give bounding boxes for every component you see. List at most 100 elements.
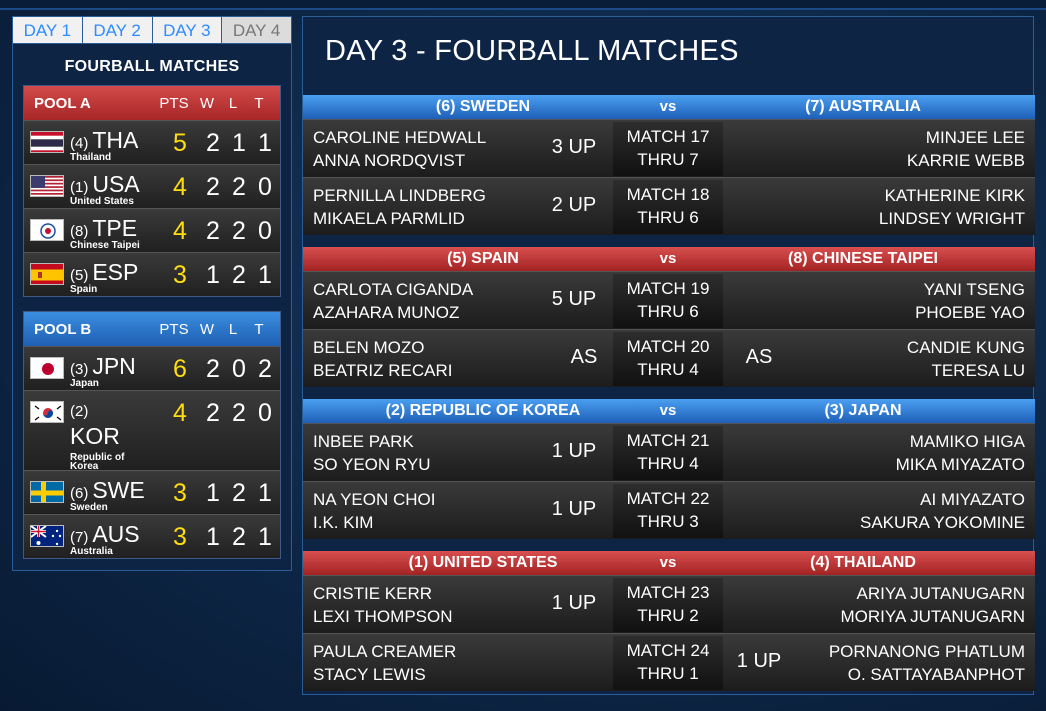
team-row-swe[interactable]: (6) SWE Sweden 3 1 2 1 xyxy=(24,470,280,514)
tab-day-3[interactable]: DAY 3 xyxy=(152,17,223,43)
vs-label: vs xyxy=(659,250,677,267)
w-header: W xyxy=(199,94,215,112)
right-score: AS xyxy=(745,346,773,368)
player-name: LEXI THOMPSON xyxy=(313,607,453,626)
team-row-tha[interactable]: (4) THA Thailand 5 2 1 1 xyxy=(24,120,280,164)
match-row[interactable]: PAULA CREAMER STACY LEWIS MATCH 24 THRU 1 … xyxy=(303,633,1035,691)
wins: 1 xyxy=(206,522,220,551)
right-players: YANI TSENG PHOEBE YAO xyxy=(915,278,1025,324)
match-row[interactable]: CAROLINE HEDWALL ANNA NORDQVIST 3 UP MATC… xyxy=(303,119,1035,177)
match-row[interactable]: PERNILLA LINDBERG MIKAELA PARMLID 2 UP MA… xyxy=(303,177,1035,235)
player-name: CANDIE KUNG xyxy=(906,338,1025,357)
pts-header: PTS xyxy=(159,320,189,338)
pts-header: PTS xyxy=(159,94,189,112)
player-name: PHOEBE YAO xyxy=(915,303,1025,322)
player-name: ARIYA JUTANUGARN xyxy=(856,584,1025,603)
match-status: MATCH 17 THRU 7 xyxy=(613,122,723,176)
wins: 2 xyxy=(206,398,220,427)
points: 4 xyxy=(173,398,187,427)
match-number: MATCH 23 xyxy=(626,583,710,602)
team-stats: 3 1 2 1 xyxy=(160,515,278,559)
team-code: (6) SWE xyxy=(70,477,145,503)
team-stats: 3 1 2 1 xyxy=(160,471,278,515)
match-row[interactable]: BELEN MOZO BEATRIZ RECARI AS MATCH 20 THRU… xyxy=(303,329,1035,387)
left-team-name: (1) UNITED STATES xyxy=(408,554,558,571)
left-score: AS xyxy=(570,346,598,368)
match-row[interactable]: INBEE PARK SO YEON RYU 1 UP MATCH 21 THRU … xyxy=(303,423,1035,481)
losses: 2 xyxy=(232,216,246,245)
pool-b-header: POOL B PTS W L T xyxy=(24,312,280,346)
right-players: MAMIKO HIGA MIKA MIYAZATO xyxy=(896,430,1025,476)
team-row-aus[interactable]: (7) AUS Australia 3 1 2 1 xyxy=(24,514,280,558)
flag-usa-icon xyxy=(30,175,64,197)
team-row-jpn[interactable]: (3) JPN Japan 6 2 0 2 xyxy=(24,346,280,390)
match-row[interactable]: CARLOTA CIGANDA AZAHARA MUNOZ 5 UP MATCH … xyxy=(303,271,1035,329)
wins: 2 xyxy=(206,172,220,201)
tab-day-4[interactable]: DAY 4 xyxy=(222,17,291,43)
standings-panel: DAY 1 DAY 2 DAY 3 DAY 4 FOURBALL MATCHES… xyxy=(12,16,292,571)
left-players: BELEN MOZO BEATRIZ RECARI xyxy=(313,336,452,382)
team-stats: 6 2 0 2 xyxy=(160,347,278,391)
t-header: T xyxy=(254,320,264,338)
points: 3 xyxy=(173,522,187,551)
l-header: L xyxy=(228,320,238,338)
group-header: (2) REPUBLIC OF KOREA vs (3) JAPAN xyxy=(303,399,1035,423)
pool-b-table: POOL B PTS W L T (3) JPN Japan 6 2 0 2 (2… xyxy=(23,311,281,559)
team-name: Republic of Korea xyxy=(70,452,125,472)
team-code: (8) TPE xyxy=(70,215,138,241)
flag-spain-icon xyxy=(30,263,64,285)
right-players: AI MIYAZATO SAKURA YOKOMINE xyxy=(860,488,1025,534)
points: 4 xyxy=(173,216,187,245)
thru-hole: THRU 1 xyxy=(637,664,699,683)
player-name: O. SATTAYABANPHOT xyxy=(847,665,1025,684)
team-row-esp[interactable]: (5) ESP Spain 3 1 2 1 xyxy=(24,252,280,296)
player-name: BELEN MOZO xyxy=(313,338,425,357)
match-status: MATCH 24 THRU 1 xyxy=(613,636,723,690)
left-score: 5 UP xyxy=(551,288,597,310)
wins: 2 xyxy=(206,128,220,157)
player-name: MORIYA JUTANUGARN xyxy=(840,607,1026,626)
tab-day-1[interactable]: DAY 1 xyxy=(13,17,83,43)
vs-label: vs xyxy=(659,402,677,419)
team-stats: 4 2 2 0 xyxy=(160,165,278,209)
right-players: MINJEE LEE KARRIE WEBB xyxy=(907,126,1025,172)
team-name: Thailand xyxy=(70,152,112,163)
thru-hole: THRU 2 xyxy=(637,606,699,625)
match-status: MATCH 23 THRU 2 xyxy=(613,578,723,632)
vs-label: vs xyxy=(659,554,677,571)
match-status: MATCH 19 THRU 6 xyxy=(613,274,723,328)
flag-chinese-taipei-icon xyxy=(30,219,64,241)
match-row[interactable]: NA YEON CHOI I.K. KIM 1 UP MATCH 22 THRU 3… xyxy=(303,481,1035,539)
tab-day-2[interactable]: DAY 2 xyxy=(82,17,153,43)
right-players: ARIYA JUTANUGARN MORIYA JUTANUGARN xyxy=(841,582,1026,628)
day-tabs: DAY 1 DAY 2 DAY 3 DAY 4 xyxy=(13,17,291,44)
right-team-name: (4) THAILAND xyxy=(810,554,916,571)
wins: 1 xyxy=(206,260,220,289)
team-row-tpe[interactable]: (8) TPE Chinese Taipei 4 2 2 0 xyxy=(24,208,280,252)
team-row-usa[interactable]: (1) USA United States 4 2 2 0 xyxy=(24,164,280,208)
ties: 1 xyxy=(258,478,272,507)
losses: 2 xyxy=(232,260,246,289)
left-team-name: (5) SPAIN xyxy=(447,250,519,267)
match-number: MATCH 18 xyxy=(626,185,710,204)
flag-thailand-icon xyxy=(30,131,64,153)
player-name: TERESA LU xyxy=(931,361,1025,380)
team-stats: 4 2 2 0 xyxy=(160,209,278,253)
pool-a-table: POOL A PTS W L T (4) THA Thailand 5 2 1 1… xyxy=(23,85,281,297)
l-header: L xyxy=(228,94,238,112)
left-score: 1 UP xyxy=(551,592,597,614)
wins: 2 xyxy=(206,216,220,245)
team-name: Chinese Taipei xyxy=(70,240,140,251)
points: 5 xyxy=(173,128,187,157)
w-header: W xyxy=(199,320,215,338)
thru-hole: THRU 3 xyxy=(637,512,699,531)
match-row[interactable]: CRISTIE KERR LEXI THOMPSON 1 UP MATCH 23 T… xyxy=(303,575,1035,633)
player-name: CAROLINE HEDWALL xyxy=(313,128,487,147)
left-players: CRISTIE KERR LEXI THOMPSON xyxy=(313,582,453,628)
team-code: (3) JPN xyxy=(70,353,136,379)
team-code: (7) AUS xyxy=(70,521,140,547)
match-number: MATCH 24 xyxy=(626,641,710,660)
team-stats: 3 1 2 1 xyxy=(160,253,278,297)
player-name: KATHERINE KIRK xyxy=(884,186,1025,205)
team-row-kor[interactable]: (2) KOR Republic of Korea 4 2 2 0 xyxy=(24,390,280,472)
